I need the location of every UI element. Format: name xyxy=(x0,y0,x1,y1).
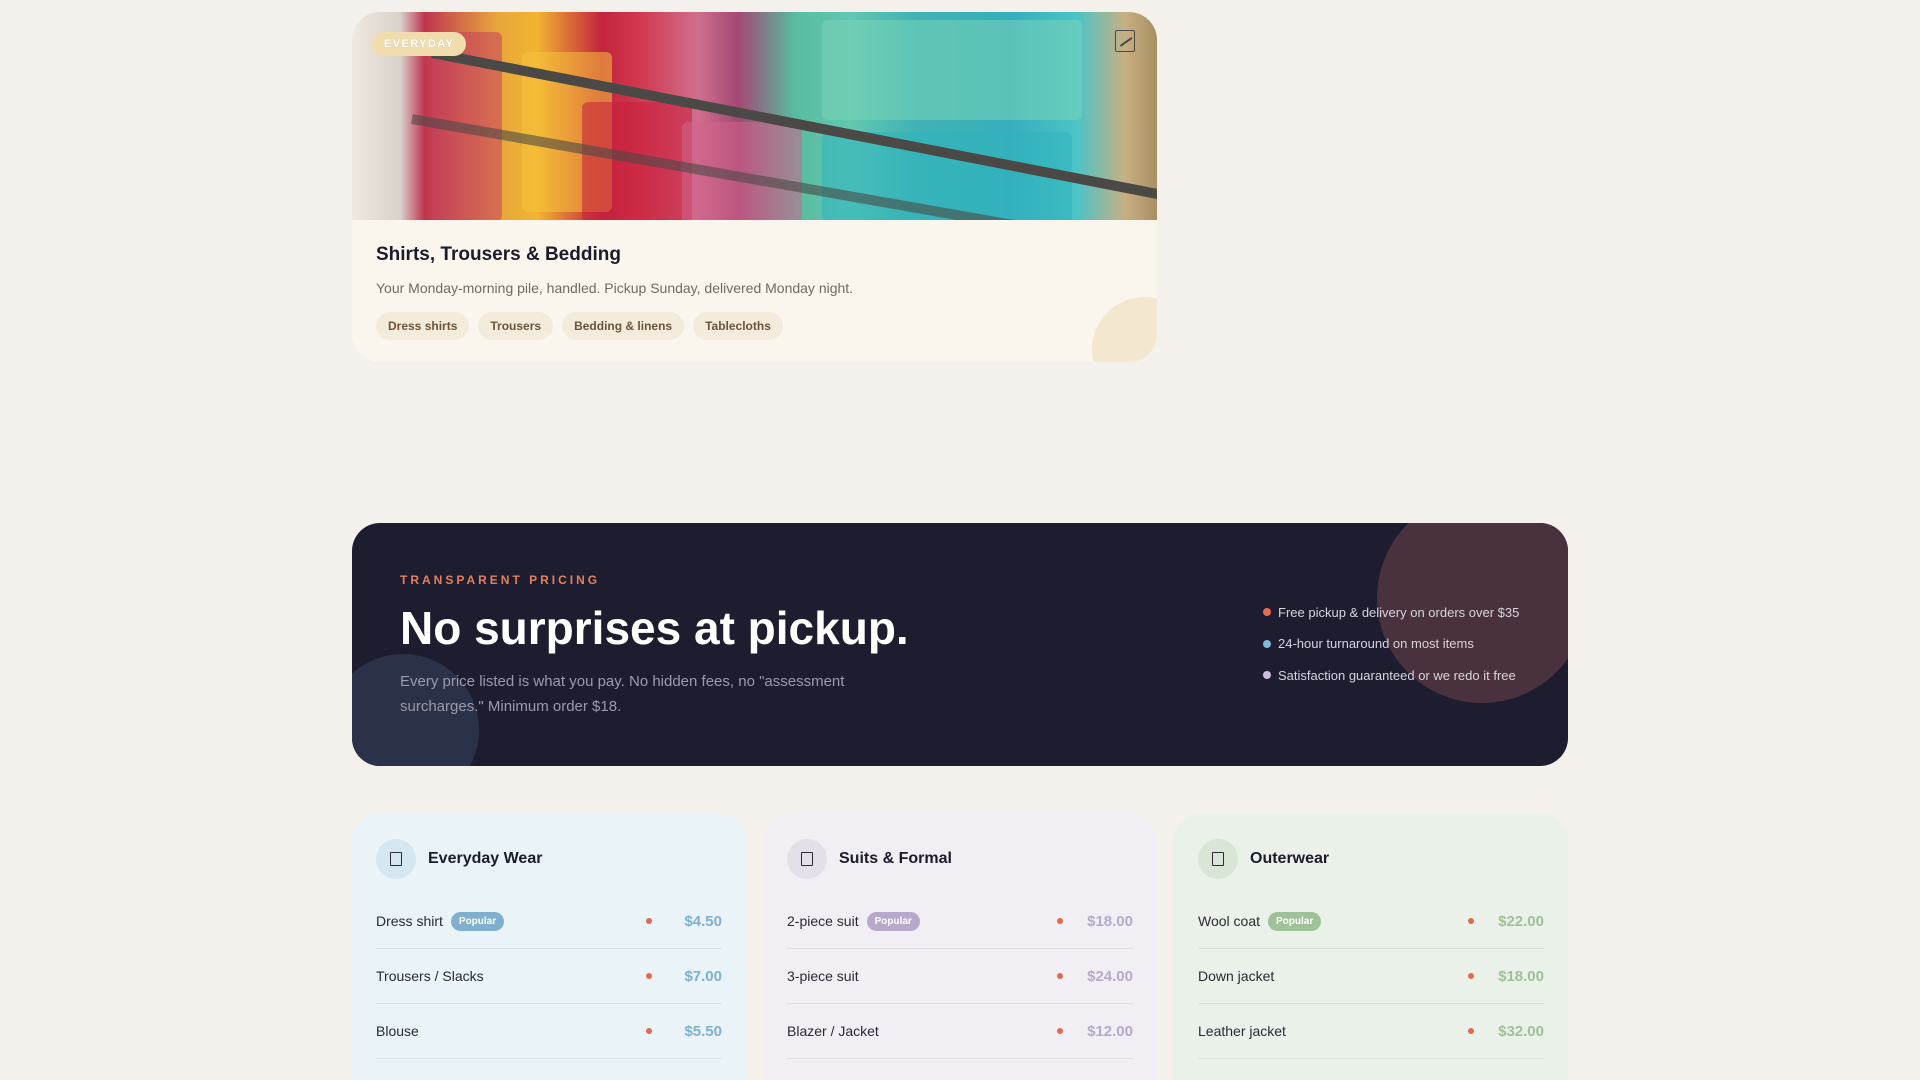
service-card-everyday[interactable]: EVERYDAY Shirts, Trousers & Bedding Your… xyxy=(352,12,1157,362)
banner-point: Free pickup & delivery on orders over $3… xyxy=(1263,604,1519,620)
price-card-everyday-wear: Everyday Wear Dress shirt Popular $4.50 … xyxy=(352,814,746,1080)
service-description: Your Monday-morning pile, handled. Picku… xyxy=(376,280,854,296)
tag-tablecloths: Tablecloths xyxy=(693,312,783,340)
bullet-dot-icon xyxy=(1263,608,1271,616)
price-row[interactable]: Blazer / Jacket $12.00 xyxy=(787,1004,1133,1059)
photo-fabric xyxy=(822,20,1082,120)
broken-image-icon xyxy=(1115,30,1135,52)
price-row[interactable]: 2-piece suit Popular $18.00 xyxy=(787,894,1133,949)
item-price: $5.50 xyxy=(684,1022,722,1040)
item-price: $32.00 xyxy=(1498,1022,1544,1040)
banner-point: Satisfaction guaranteed or we redo it fr… xyxy=(1263,667,1519,683)
tag-dress-shirts: Dress shirts xyxy=(376,312,470,340)
shirt-icon xyxy=(376,839,416,879)
price-row[interactable]: Down jacket $18.00 xyxy=(1198,949,1544,1004)
item-label: Blouse xyxy=(376,1023,419,1039)
price-list: 2-piece suit Popular $18.00 3-piece suit… xyxy=(787,894,1133,1059)
status-dot-icon xyxy=(1057,1028,1063,1034)
item-label: Trousers / Slacks xyxy=(376,968,484,984)
banner-point-text: 24-hour turnaround on most items xyxy=(1278,636,1474,651)
price-row[interactable]: 3-piece suit $24.00 xyxy=(787,949,1133,1004)
status-dot-icon xyxy=(1057,918,1063,924)
price-row[interactable]: Blouse $5.50 xyxy=(376,1004,722,1059)
item-label: Blazer / Jacket xyxy=(787,1023,879,1039)
price-list: Dress shirt Popular $4.50 Trousers / Sla… xyxy=(376,894,722,1059)
price-card-title: Suits & Formal xyxy=(839,850,952,867)
item-name: Wool coat Popular xyxy=(1198,911,1468,931)
item-name: 3-piece suit xyxy=(787,968,1057,984)
status-dot-icon xyxy=(1468,918,1474,924)
price-list: Wool coat Popular $22.00 Down jacket $18… xyxy=(1198,894,1544,1059)
banner-point: 24-hour turnaround on most items xyxy=(1263,636,1519,652)
price-card-title: Outerwear xyxy=(1250,850,1330,867)
item-label: Wool coat xyxy=(1198,913,1260,929)
tag-bedding-linens: Bedding & linens xyxy=(562,312,685,340)
service-title: Shirts, Trousers & Bedding xyxy=(376,244,621,265)
popular-badge: Popular xyxy=(866,911,920,931)
price-card-header: Outerwear xyxy=(1198,838,1544,880)
price-row[interactable]: Dress shirt Popular $4.50 xyxy=(376,894,722,949)
banner-headline: No surprises at pickup. xyxy=(400,602,909,654)
banner-points: Free pickup & delivery on orders over $3… xyxy=(1263,604,1519,699)
photo-fabric xyxy=(822,132,1072,220)
category-badge: EVERYDAY xyxy=(372,32,467,56)
price-card-outerwear: Outerwear Wool coat Popular $22.00 Down … xyxy=(1174,814,1568,1080)
item-label: Dress shirt xyxy=(376,913,443,929)
bullet-dot-icon xyxy=(1263,639,1271,648)
price-card-header: Everyday Wear xyxy=(376,838,722,880)
item-price: $18.00 xyxy=(1498,967,1544,985)
banner-point-text: Free pickup & delivery on orders over $3… xyxy=(1278,604,1520,620)
price-row[interactable]: Leather jacket $32.00 xyxy=(1198,1004,1544,1059)
price-row[interactable]: Trousers / Slacks $7.00 xyxy=(376,949,722,1004)
tag-trousers: Trousers xyxy=(478,312,554,340)
item-name: 2-piece suit Popular xyxy=(787,911,1057,931)
coat-icon xyxy=(1198,839,1238,879)
item-name: Blouse xyxy=(376,1023,646,1039)
price-card-suits-formal: Suits & Formal 2-piece suit Popular $18.… xyxy=(763,814,1157,1080)
service-body: Shirts, Trousers & Bedding Your Monday-m… xyxy=(352,220,1157,340)
bullet-dot-icon xyxy=(1263,671,1271,679)
status-dot-icon xyxy=(646,973,652,979)
service-photo: EVERYDAY xyxy=(352,12,1157,220)
banner-point-text: Satisfaction guaranteed or we redo it fr… xyxy=(1278,667,1516,683)
item-label: Down jacket xyxy=(1198,968,1275,984)
item-price: $4.50 xyxy=(684,912,722,930)
item-name: Dress shirt Popular xyxy=(376,911,646,931)
popular-badge: Popular xyxy=(1268,911,1322,931)
item-price: $12.00 xyxy=(1087,1022,1133,1040)
item-price: $7.00 xyxy=(684,967,722,985)
price-card-header: Suits & Formal xyxy=(787,838,1133,880)
item-name: Trousers / Slacks xyxy=(376,968,646,984)
item-name: Leather jacket xyxy=(1198,1023,1468,1039)
service-tags: Dress shirts Trousers Bedding & linens T… xyxy=(376,312,1133,340)
item-label: Leather jacket xyxy=(1198,1023,1286,1039)
status-dot-icon xyxy=(1057,973,1063,979)
price-card-title: Everyday Wear xyxy=(428,850,543,867)
item-name: Down jacket xyxy=(1198,968,1468,984)
popular-badge: Popular xyxy=(450,911,505,931)
item-price: $24.00 xyxy=(1087,967,1133,985)
banner-eyebrow: TRANSPARENT PRICING xyxy=(400,573,601,587)
suit-icon xyxy=(787,839,827,879)
status-dot-icon xyxy=(646,918,652,924)
item-price: $18.00 xyxy=(1087,912,1133,930)
price-row[interactable]: Wool coat Popular $22.00 xyxy=(1198,894,1544,949)
item-label: 2-piece suit xyxy=(787,913,859,929)
status-dot-icon xyxy=(1468,1028,1474,1034)
status-dot-icon xyxy=(646,1028,652,1034)
item-label: 3-piece suit xyxy=(787,968,859,984)
item-name: Blazer / Jacket xyxy=(787,1023,1057,1039)
page: EVERYDAY Shirts, Trousers & Bedding Your… xyxy=(0,0,1920,1080)
banner-subtext: Every price listed is what you pay. No h… xyxy=(400,673,845,715)
status-dot-icon xyxy=(1468,973,1474,979)
pricing-banner: TRANSPARENT PRICING No surprises at pick… xyxy=(352,523,1568,766)
item-price: $22.00 xyxy=(1498,912,1544,930)
